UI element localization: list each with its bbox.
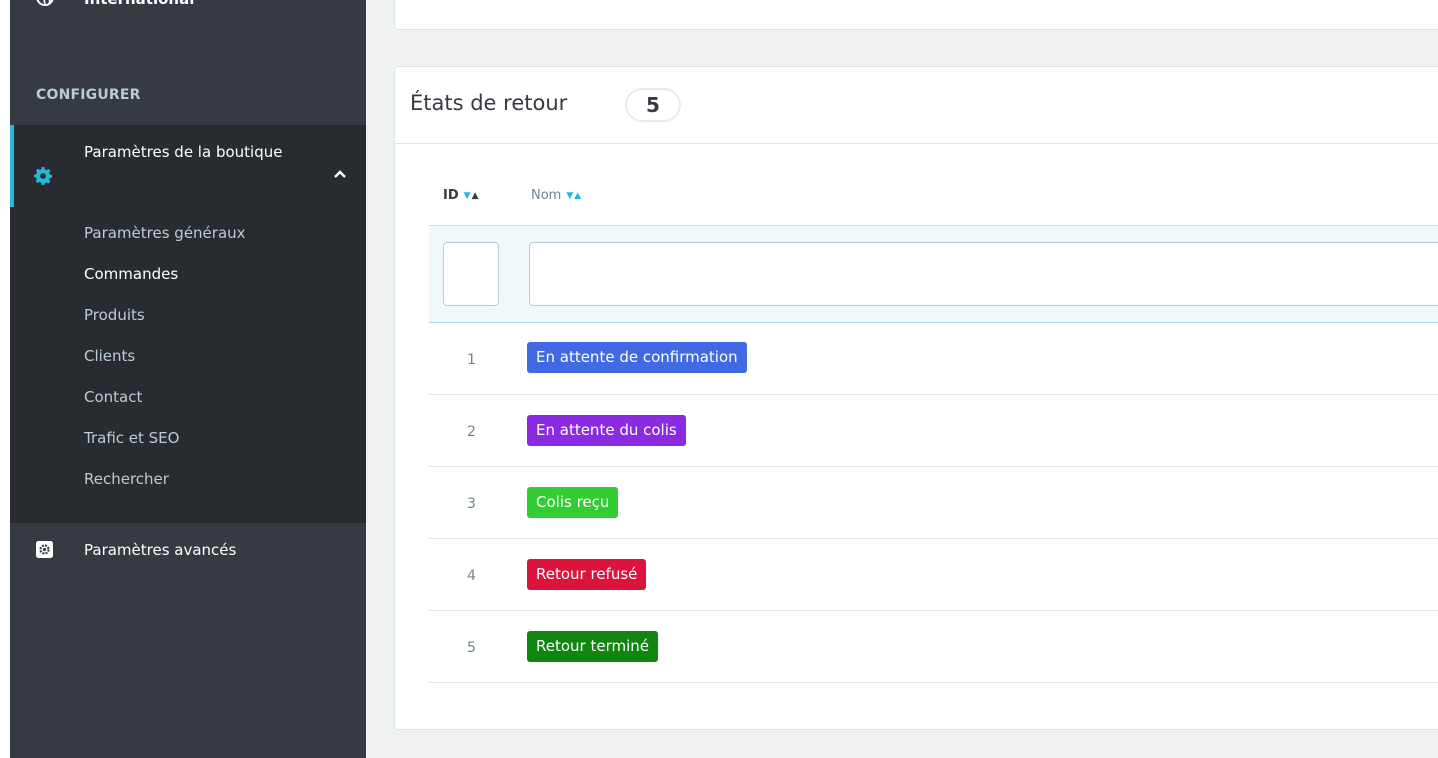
top-card [394,0,1438,30]
panel-header: États de retour 5 [395,67,1438,144]
sidebar-item-label: International [84,0,194,8]
submenu-item-general[interactable]: Paramètres généraux [84,223,246,264]
status-badge: Colis reçu [527,487,619,518]
status-badge: Retour terminé [527,631,659,662]
gear-icon [34,167,52,185]
submenu-item-orders[interactable]: Commandes [84,264,246,305]
active-indicator [10,125,14,207]
submenu-item-contact[interactable]: Contact [84,387,246,428]
sidebar-section-title: CONFIGURER [36,87,141,103]
table-row[interactable]: 3 Colis reçu [429,467,1438,539]
sort-asc-icon[interactable]: ▲ [472,191,480,201]
status-badge: Retour refusé [527,559,647,590]
sidebar-item-international[interactable]: International [10,0,366,24]
submenu-item-products[interactable]: Produits [84,305,246,346]
submenu-item-search[interactable]: Rechercher [84,469,246,510]
row-id: 5 [467,640,476,656]
sidebar-item-shop-parameters[interactable]: Paramètres de la boutique [84,142,304,162]
status-badge: En attente du colis [527,415,686,446]
advanced-settings-icon [36,541,53,558]
sort-asc-icon[interactable]: ▲ [574,191,582,201]
table-row[interactable]: 2 En attente du colis [429,395,1438,467]
submenu-item-traffic-seo[interactable]: Trafic et SEO [84,428,246,469]
filter-name-input[interactable] [529,242,1438,306]
table-row[interactable]: 1 En attente de confirmation [429,323,1438,395]
column-header-nom: Nom ▼▲ [531,188,582,203]
table-row[interactable]: 4 Retour refusé [429,539,1438,611]
count-badge: 5 [625,88,681,122]
row-id: 3 [467,496,476,512]
table-body: 1 En attente de confirmation 2 En attent… [429,323,1438,683]
column-header-nom-label: Nom [531,188,562,203]
table-row[interactable]: 5 Retour terminé [429,611,1438,683]
sidebar-item-label: Paramètres avancés [84,541,237,559]
status-badge: En attente de confirmation [527,342,747,373]
sidebar-group-shop-parameters: Paramètres de la boutique Paramètres gén… [10,125,366,523]
submenu: Paramètres généraux Commandes Produits C… [84,223,246,510]
main-content: États de retour 5 ID ▼▲ Nom ▼▲ 1 En attent… [366,0,1438,758]
column-header-id-label: ID [443,188,459,203]
globe-icon [36,0,54,6]
sort-desc-icon[interactable]: ▼ [464,191,472,201]
return-states-panel: États de retour 5 ID ▼▲ Nom ▼▲ 1 En attent… [394,66,1438,730]
panel-title: États de retour [410,91,568,115]
column-header-id: ID ▼▲ [443,188,479,203]
filter-row [429,225,1438,323]
filter-id-input[interactable] [443,242,499,306]
row-id: 4 [467,568,476,584]
sidebar-item-advanced-parameters[interactable]: Paramètres avancés [10,538,366,568]
row-id: 1 [467,352,476,368]
row-id: 2 [467,424,476,440]
chevron-up-icon[interactable] [333,169,347,179]
sidebar: International CONFIGURER Paramètres de l… [10,0,366,758]
submenu-item-customers[interactable]: Clients [84,346,246,387]
